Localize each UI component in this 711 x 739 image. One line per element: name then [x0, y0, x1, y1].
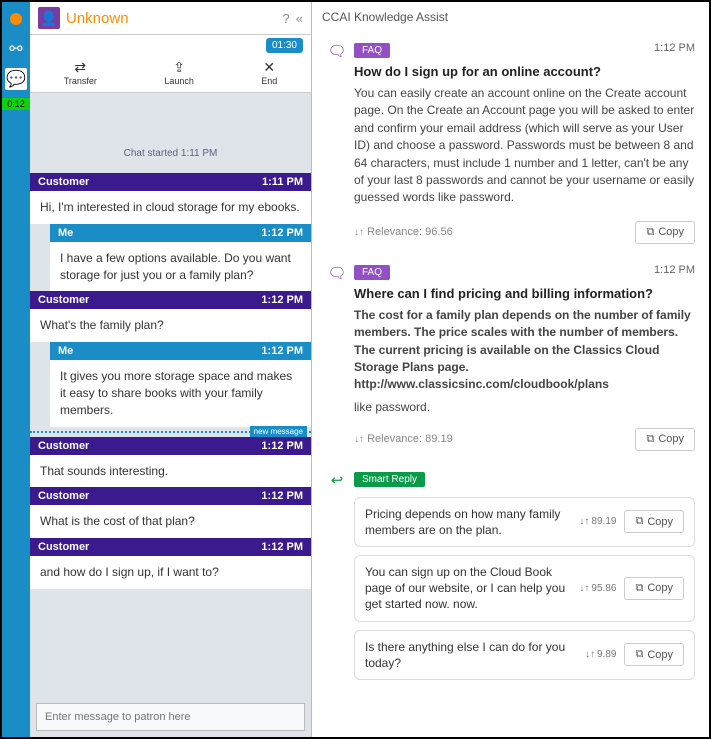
faq-question: Where can I find pricing and billing inf… [354, 286, 695, 301]
knowledge-assist-panel: CCAI Knowledge Assist 🗨 FAQ 1:12 PM How … [312, 2, 709, 737]
smart-reply-item[interactable]: Pricing depends on how many family membe… [354, 497, 695, 547]
faq-icon: 🗨 [326, 42, 348, 60]
faq-extra-text: like password. [354, 400, 695, 414]
msg-body: What is the cost of that plan? [30, 505, 311, 538]
sort-icon: ↓↑ [585, 649, 595, 660]
end-button[interactable]: ✕End [261, 59, 277, 86]
action-bar: ⇄Transfer ⇪Launch ✕End [30, 55, 311, 93]
faq-card: 🗨 FAQ 1:12 PM How do I sign up for an on… [326, 42, 695, 244]
faq-answer: The cost for a family plan depends on th… [354, 307, 695, 394]
new-message-divider: new message [30, 431, 311, 433]
help-icon[interactable]: ? [283, 11, 290, 26]
card-time: 1:12 PM [654, 264, 695, 276]
link-icon[interactable]: ⚯ [5, 38, 27, 60]
relevance-label: ↓↑ Relevance: 89.19 [354, 433, 453, 445]
copy-icon: ⧉ [635, 648, 643, 661]
msg-body: and how do I sign up, if I want to? [30, 556, 311, 589]
relevance-label: ↓↑ Relevance: 96.56 [354, 226, 453, 238]
transfer-icon: ⇄ [64, 59, 97, 76]
faq-tag: FAQ [354, 43, 390, 58]
msg-body: That sounds interesting. [30, 455, 311, 488]
chat-input-wrap [36, 703, 305, 731]
reply-text: Pricing depends on how many family membe… [365, 506, 571, 538]
msg-header: Customer1:11 PM [30, 173, 311, 191]
msg-header: Customer1:12 PM [30, 291, 311, 309]
chat-icon[interactable]: 💬 [5, 68, 27, 90]
smart-reply-tag: Smart Reply [354, 472, 425, 487]
copy-button[interactable]: ⧉Copy [624, 510, 684, 533]
copy-icon: ⧉ [635, 582, 643, 595]
end-icon: ✕ [261, 59, 277, 76]
left-sidebar: ⚯ 💬 0:12 [2, 2, 30, 737]
sidebar-timer-badge: 0:12 [2, 98, 30, 110]
chat-panel: 👤 Unknown ? « 01:30 ⇄Transfer ⇪Launch ✕E… [30, 2, 312, 737]
msg-header: Customer1:12 PM [30, 437, 311, 455]
collapse-icon[interactable]: « [296, 11, 303, 26]
copy-button[interactable]: ⧉Copy [624, 643, 684, 666]
msg-header: Customer1:12 PM [30, 487, 311, 505]
faq-tag: FAQ [354, 265, 390, 280]
avatar-icon: 👤 [38, 7, 60, 29]
copy-button[interactable]: ⧉Copy [635, 428, 695, 451]
reply-text: Is there anything else I can do for you … [365, 639, 577, 671]
faq-question: How do I sign up for an online account? [354, 64, 695, 79]
chat-header: 👤 Unknown ? « [30, 2, 311, 35]
contact-name: Unknown [66, 10, 277, 27]
reply-arrow-icon: ↩ [326, 471, 348, 489]
copy-button[interactable]: ⧉Copy [635, 221, 695, 244]
sort-icon: ↓↑ [579, 516, 589, 527]
reply-score: ↓↑95.86 [579, 583, 616, 594]
msg-body: Hi, I'm interested in cloud storage for … [30, 191, 311, 224]
faq-answer: You can easily create an account online … [354, 85, 695, 207]
reply-score: ↓↑9.89 [585, 649, 616, 660]
msg-header: Me1:12 PM [50, 224, 311, 242]
reply-text: You can sign up on the Cloud Book page o… [365, 564, 571, 613]
msg-header: Me1:12 PM [50, 342, 311, 360]
sort-icon: ↓↑ [354, 227, 364, 238]
copy-icon: ⧉ [646, 226, 654, 239]
status-dot-icon [5, 8, 27, 30]
timer-row: 01:30 [30, 35, 311, 55]
smart-reply-item[interactable]: You can sign up on the Cloud Book page o… [354, 555, 695, 622]
smart-reply-section: ↩ Smart Reply Pricing depends on how man… [326, 471, 695, 680]
smart-reply-item[interactable]: Is there anything else I can do for you … [354, 630, 695, 680]
msg-body: It gives you more storage space and make… [50, 360, 311, 426]
copy-icon: ⧉ [646, 433, 654, 446]
reply-score: ↓↑89.19 [579, 516, 616, 527]
assist-title: CCAI Knowledge Assist [312, 2, 709, 32]
faq-card: 🗨 FAQ 1:12 PM Where can I find pricing a… [326, 264, 695, 451]
launch-button[interactable]: ⇪Launch [164, 59, 194, 86]
copy-button[interactable]: ⧉Copy [624, 577, 684, 600]
msg-body: What's the family plan? [30, 309, 311, 342]
card-time: 1:12 PM [654, 42, 695, 54]
message-input[interactable] [36, 703, 305, 731]
msg-header: Customer1:12 PM [30, 538, 311, 556]
chat-started-label: Chat started 1:11 PM [30, 93, 311, 173]
copy-icon: ⧉ [635, 515, 643, 528]
launch-icon: ⇪ [164, 59, 194, 76]
msg-body: I have a few options available. Do you w… [50, 242, 311, 292]
faq-icon: 🗨 [326, 264, 348, 282]
sort-icon: ↓↑ [354, 434, 364, 445]
transfer-button[interactable]: ⇄Transfer [64, 59, 97, 86]
sort-icon: ↓↑ [579, 583, 589, 594]
chat-body: Chat started 1:11 PM Customer1:11 PM Hi,… [30, 93, 311, 697]
session-timer: 01:30 [266, 38, 303, 53]
